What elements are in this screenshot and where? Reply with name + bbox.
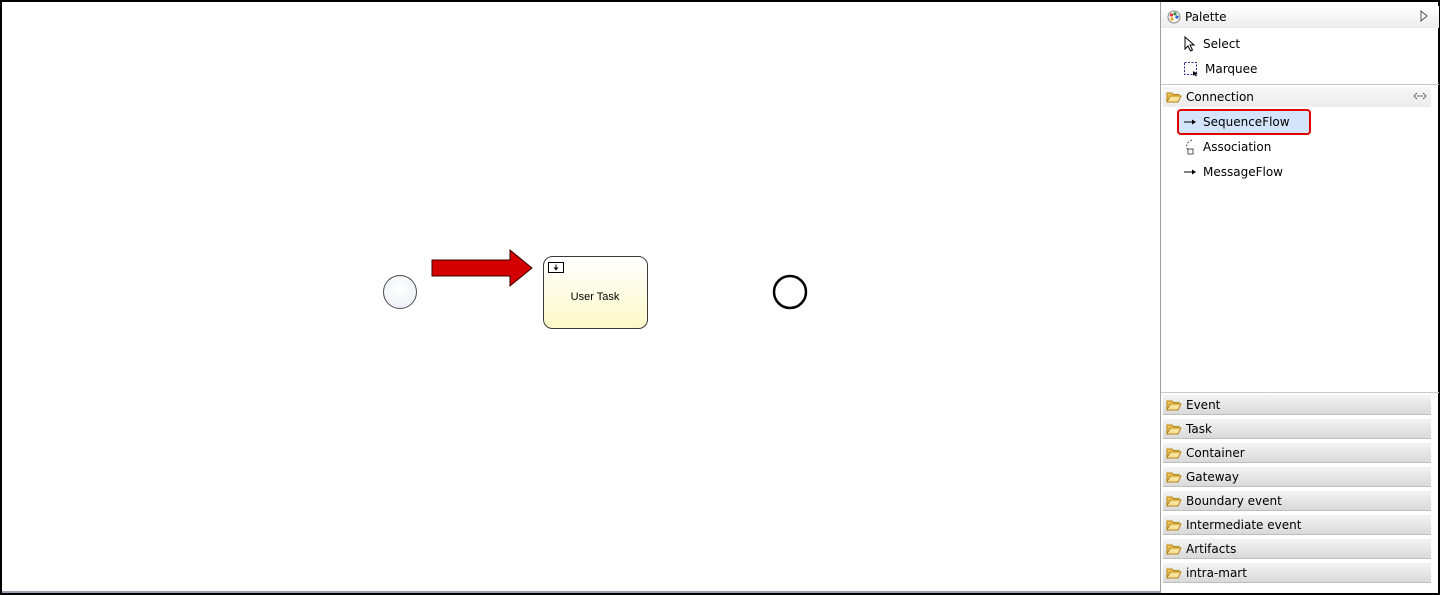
user-task[interactable]: User Task — [543, 256, 648, 329]
collapse-palette-icon[interactable] — [1419, 10, 1429, 22]
pin-drawer-icon[interactable] — [1413, 90, 1427, 102]
folder-icon — [1166, 472, 1182, 482]
drawer-gateway[interactable]: Gateway — [1163, 466, 1431, 487]
palette-icon — [1167, 10, 1181, 24]
diagram-svg: User Task — [383, 248, 808, 329]
folder-icon — [1166, 448, 1182, 458]
palette-panel: Palette Select Marquee Connection Sequen… — [1160, 2, 1439, 593]
drawer-intermediate-event-label: Intermediate event — [1186, 517, 1302, 532]
drawer-task-label: Task — [1186, 421, 1212, 436]
sequence-flow-label: SequenceFlow — [1203, 115, 1290, 129]
annotation-arrow — [431, 248, 533, 288]
drawer-container[interactable]: Container — [1163, 442, 1431, 463]
user-task-label: User Task — [571, 291, 620, 303]
start-event[interactable] — [383, 275, 417, 309]
select-tool-label: Select — [1203, 37, 1241, 51]
drawer-event-label: Event — [1186, 397, 1221, 412]
diagram-canvas[interactable]: User Task — [2, 2, 1160, 593]
drawer-boundary-event[interactable]: Boundary event — [1163, 490, 1431, 511]
folder-icon — [1166, 400, 1182, 410]
drawer-artifacts[interactable]: Artifacts — [1163, 538, 1431, 559]
arrow-right-icon — [1184, 169, 1196, 175]
drawer-artifacts-label: Artifacts — [1186, 541, 1237, 556]
marquee-icon — [1184, 62, 1198, 77]
folder-icon — [1166, 496, 1182, 506]
app-window: User Task Palette Select Marquee Connect… — [0, 0, 1440, 595]
drawer-event[interactable]: Event — [1163, 394, 1431, 415]
marquee-tool[interactable]: Marquee — [1179, 58, 1257, 80]
folder-icon — [1166, 544, 1182, 554]
folder-icon — [1166, 568, 1182, 578]
drawer-intermediate-event[interactable]: Intermediate event — [1163, 514, 1431, 535]
drawer-connection-label: Connection — [1186, 90, 1254, 104]
palette-title: Palette — [1185, 10, 1227, 24]
select-tool[interactable]: Select — [1179, 33, 1240, 55]
drawer-intra-mart[interactable]: intra-mart — [1163, 562, 1431, 583]
palette-header: Palette — [1161, 6, 1439, 28]
drawer-boundary-event-label: Boundary event — [1186, 493, 1282, 508]
message-flow-label: MessageFlow — [1203, 165, 1283, 179]
drawer-connection[interactable]: Connection — [1163, 86, 1431, 107]
drawer-separator — [1161, 392, 1439, 393]
message-flow-tool[interactable]: MessageFlow — [1179, 161, 1283, 183]
drawer-intra-mart-label: intra-mart — [1186, 565, 1247, 580]
marquee-tool-label: Marquee — [1205, 62, 1258, 76]
association-icon — [1186, 139, 1194, 155]
drawer-gateway-label: Gateway — [1186, 469, 1240, 484]
sequence-flow-tool[interactable]: SequenceFlow — [1179, 111, 1290, 133]
association-label: Association — [1203, 140, 1272, 154]
drawer-container-label: Container — [1186, 445, 1245, 460]
user-task-icon — [548, 262, 564, 273]
palette-separator — [1161, 84, 1439, 85]
arrow-right-icon — [1184, 119, 1196, 125]
association-tool[interactable]: Association — [1179, 136, 1271, 158]
end-event[interactable] — [772, 274, 808, 310]
folder-icon — [1166, 424, 1182, 434]
pointer-icon — [1184, 36, 1196, 52]
drawer-task[interactable]: Task — [1163, 418, 1431, 439]
folder-icon — [1166, 520, 1182, 530]
folder-open-icon — [1166, 92, 1182, 103]
